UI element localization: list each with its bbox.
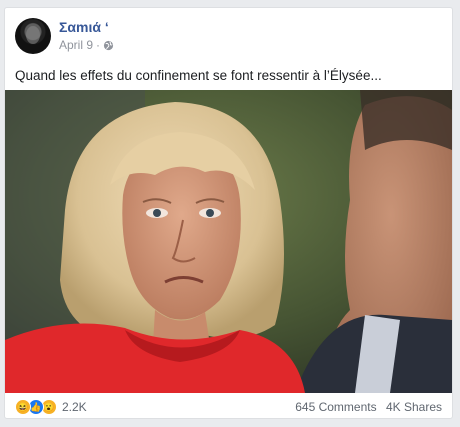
post-meta: Σαmιά ‘ April 9 · bbox=[59, 19, 114, 52]
post-photo[interactable] bbox=[5, 90, 452, 393]
post-card: Σαmιά ‘ April 9 · Quand les effets du co… bbox=[4, 7, 453, 419]
post-text: Quand les effets du confinement se font … bbox=[15, 68, 382, 83]
photo-illustration bbox=[5, 90, 452, 393]
reactions-summary[interactable]: 😆 👍 😮 2.2K bbox=[15, 399, 87, 415]
post-subline: April 9 · bbox=[59, 38, 114, 52]
reaction-count: 2.2K bbox=[62, 400, 87, 414]
post-date[interactable]: April 9 bbox=[59, 38, 93, 52]
avatar[interactable] bbox=[15, 18, 51, 54]
comments-count[interactable]: 645 Comments bbox=[295, 400, 376, 414]
meta-separator: · bbox=[96, 38, 101, 53]
post-header: Σαmιά ‘ April 9 · bbox=[15, 18, 114, 54]
engagement-stats: 645 Comments 4K Shares bbox=[289, 400, 442, 414]
laugh-reaction-icon: 😆 bbox=[15, 399, 31, 415]
author-name[interactable]: Σαmιά ‘ bbox=[59, 19, 114, 36]
post-footer: 😆 👍 😮 2.2K 645 Comments 4K Shares bbox=[15, 396, 442, 418]
globe-icon bbox=[103, 40, 114, 50]
shares-count[interactable]: 4K Shares bbox=[386, 400, 442, 414]
